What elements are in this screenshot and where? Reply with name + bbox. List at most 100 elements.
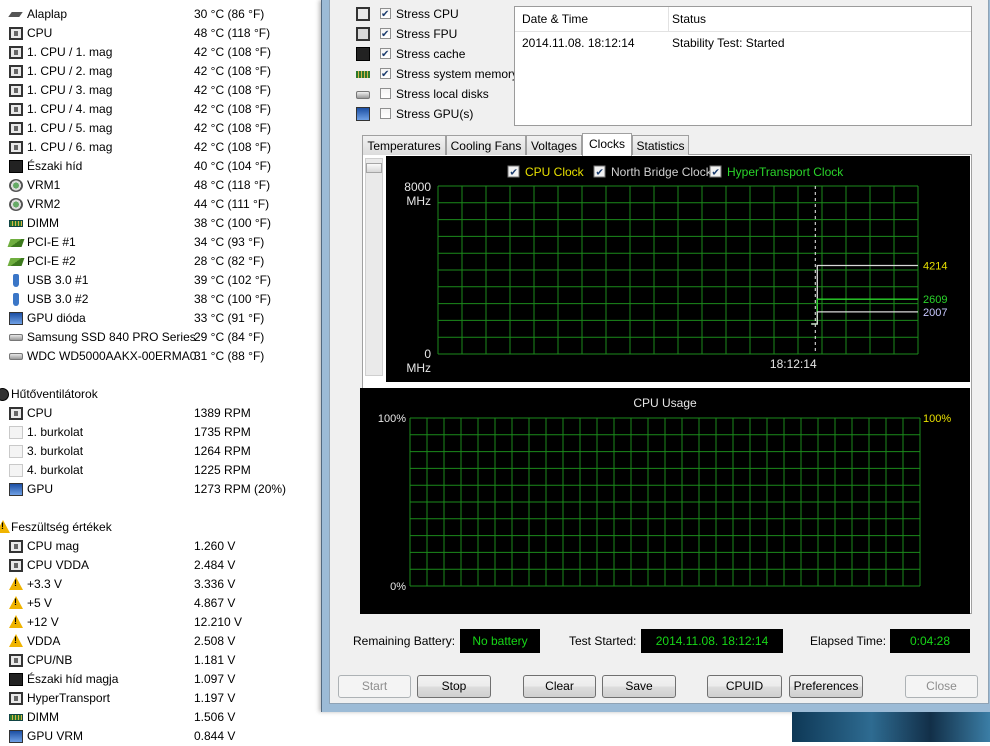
stress-checkbox[interactable] <box>380 65 391 85</box>
y-axis-min-label: 0% <box>390 581 406 593</box>
sensor-row[interactable]: USB 3.0 #1 39 °C (102 °F) <box>0 271 330 290</box>
sensor-row[interactable]: Samsung SSD 840 PRO Series 29 °C (84 °F) <box>0 328 330 347</box>
sensor-label: USB 3.0 #2 <box>27 292 89 306</box>
pcie-icon <box>7 258 25 266</box>
sensor-row[interactable]: 3. burkolat 1264 RPM <box>0 442 330 461</box>
sensor-label: GPU VRM <box>27 729 84 743</box>
save-button[interactable]: Save <box>602 675 676 698</box>
cpu-icon <box>9 122 23 135</box>
sensor-row[interactable]: VDDA 2.508 V <box>0 632 330 651</box>
fpu-stress-icon <box>356 27 370 41</box>
sensor-row[interactable]: 1. CPU / 5. mag 42 °C (108 °F) <box>0 119 330 138</box>
sensor-label: GPU dióda <box>27 311 86 325</box>
start-button[interactable]: Start <box>338 675 411 698</box>
sensor-row[interactable]: USB 3.0 #2 38 °C (100 °F) <box>0 290 330 309</box>
graph-scrollbar[interactable] <box>365 158 383 376</box>
sensor-row[interactable]: +5 V 4.867 V <box>0 594 330 613</box>
tab-cooling-fans[interactable]: Cooling Fans <box>446 135 526 155</box>
stress-checkbox[interactable] <box>380 5 391 25</box>
legend-label: HyperTransport Clock <box>727 165 844 179</box>
sensor-label: 1. burkolat <box>27 425 84 439</box>
tab-temperatures[interactable]: Temperatures <box>362 135 446 155</box>
sensor-value: 1273 RPM (20%) <box>194 482 287 496</box>
sensor-label: 1. CPU / 3. mag <box>27 83 113 97</box>
sensor-row[interactable]: 1. CPU / 3. mag 42 °C (108 °F) <box>0 81 330 100</box>
sensor-row[interactable]: 1. CPU / 6. mag 42 °C (108 °F) <box>0 138 330 157</box>
sensor-value: 28 °C (82 °F) <box>194 254 265 268</box>
sensor-label: DIMM <box>27 216 59 230</box>
sensor-row[interactable]: Alaplap 30 °C (86 °F) <box>0 5 330 24</box>
y-axis-max-label: 8000 <box>404 180 431 194</box>
cpuid-button[interactable]: CPUID <box>707 675 782 698</box>
sensor-row[interactable]: 4. burkolat 1225 RPM <box>0 461 330 480</box>
sensor-value: 0.844 V <box>194 729 236 743</box>
sensor-row[interactable]: CPU 1389 RPM <box>0 404 330 423</box>
sensor-row[interactable]: 1. CPU / 2. mag 42 °C (108 °F) <box>0 62 330 81</box>
y-axis-max-label: 100% <box>378 413 406 425</box>
sensor-row[interactable]: Északi híd magja 1.097 V <box>0 670 330 689</box>
cpu-usage-graph-svg: CPU Usage 100% 0% 100% <box>378 396 951 593</box>
sensor-row[interactable]: +12 V 12.210 V <box>0 613 330 632</box>
stress-checkbox[interactable] <box>380 88 391 99</box>
log-column-date[interactable]: Date & Time <box>522 12 588 26</box>
clear-button[interactable]: Clear <box>523 675 596 698</box>
sensor-value: 29 °C (84 °F) <box>194 330 265 344</box>
preferences-button[interactable]: Preferences <box>789 675 863 698</box>
stress-checkbox[interactable] <box>380 45 391 65</box>
clock-graph-svg: ✔ CPU Clock ✔ North Bridge Clock ✔ HyperTrans… <box>404 165 947 375</box>
sensor-row[interactable]: CPU VDDA 2.484 V <box>0 556 330 575</box>
sensor-label: 4. burkolat <box>27 463 84 477</box>
scrollbar-thumb[interactable] <box>366 163 382 173</box>
sensor-row[interactable]: GPU 1273 RPM (20%) <box>0 480 330 499</box>
close-button[interactable]: Close <box>905 675 978 698</box>
sensor-value: 44 °C (111 °F) <box>194 197 270 211</box>
sensor-row[interactable]: GPU dióda 33 °C (91 °F) <box>0 309 330 328</box>
tab-voltages[interactable]: Voltages <box>526 135 582 155</box>
sensor-label: 1. CPU / 5. mag <box>27 121 113 135</box>
sensor-row[interactable]: CPU mag 1.260 V <box>0 537 330 556</box>
tab-statistics[interactable]: Statistics <box>632 135 689 155</box>
test-log-list[interactable]: Date & Time Status 2014.11.08. 18:12:14 … <box>514 6 972 126</box>
sensor-row[interactable]: DIMM 38 °C (100 °F) <box>0 214 330 233</box>
legend-check-mark: ✔ <box>712 168 720 179</box>
sensor-row[interactable]: PCI-E #2 28 °C (82 °F) <box>0 252 330 271</box>
sensor-row[interactable]: HyperTransport 1.197 V <box>0 689 330 708</box>
stress-checkbox[interactable] <box>380 108 391 119</box>
series-line-0 <box>811 264 918 325</box>
sensor-row[interactable]: GPU VRM 0.844 V <box>0 727 330 746</box>
system-stability-test-window: Stress CPU Stress FPU Stress cache Stress s… <box>321 0 990 712</box>
sensor-value: 1389 RPM <box>194 406 251 420</box>
sensor-row[interactable]: VRM1 48 °C (118 °F) <box>0 176 330 195</box>
sensor-row[interactable]: CPU 48 °C (118 °F) <box>0 24 330 43</box>
sensor-value: 48 °C (118 °F) <box>194 26 271 40</box>
cpu-usage-graph: CPU Usage 100% 0% 100% <box>360 388 970 614</box>
gpu-icon <box>9 312 23 325</box>
sensor-row[interactable]: 1. burkolat 1735 RPM <box>0 423 330 442</box>
sensor-row[interactable]: +3.3 V 3.336 V <box>0 575 330 594</box>
cpu-icon <box>9 692 23 705</box>
stress-checkbox[interactable] <box>380 25 391 45</box>
log-column-status[interactable]: Status <box>672 12 706 26</box>
sensor-row[interactable]: VRM2 44 °C (111 °F) <box>0 195 330 214</box>
cpu-icon <box>9 65 23 78</box>
sensor-row[interactable]: WDC WD5000AAKX-00ERMA0 31 °C (88 °F) <box>0 347 330 366</box>
sensor-row[interactable]: DIMM 1.506 V <box>0 708 330 727</box>
cpu-icon <box>9 27 23 40</box>
sensor-row[interactable]: PCI-E #1 34 °C (93 °F) <box>0 233 330 252</box>
sensor-row[interactable]: 1. CPU / 4. mag 42 °C (108 °F) <box>0 100 330 119</box>
sensor-value: 33 °C (91 °F) <box>194 311 265 325</box>
warning-icon <box>9 634 23 647</box>
pcie-icon <box>7 239 25 247</box>
legend-label: CPU Clock <box>525 165 585 179</box>
stress-option-label: Stress cache <box>396 47 466 61</box>
tab-clocks[interactable]: Clocks <box>582 133 632 156</box>
cpu-icon <box>9 540 23 553</box>
sensor-value: 1.097 V <box>194 672 236 686</box>
northbridge-icon <box>9 673 23 686</box>
stop-button[interactable]: Stop <box>417 675 491 698</box>
sensor-row[interactable]: 1. CPU / 1. mag 42 °C (108 °F) <box>0 43 330 62</box>
sensor-row[interactable]: Északi híd 40 °C (104 °F) <box>0 157 330 176</box>
sensor-row[interactable]: CPU/NB 1.181 V <box>0 651 330 670</box>
sensor-value: 38 °C (100 °F) <box>194 216 271 230</box>
stress-option-label: Stress GPU(s) <box>396 107 474 121</box>
